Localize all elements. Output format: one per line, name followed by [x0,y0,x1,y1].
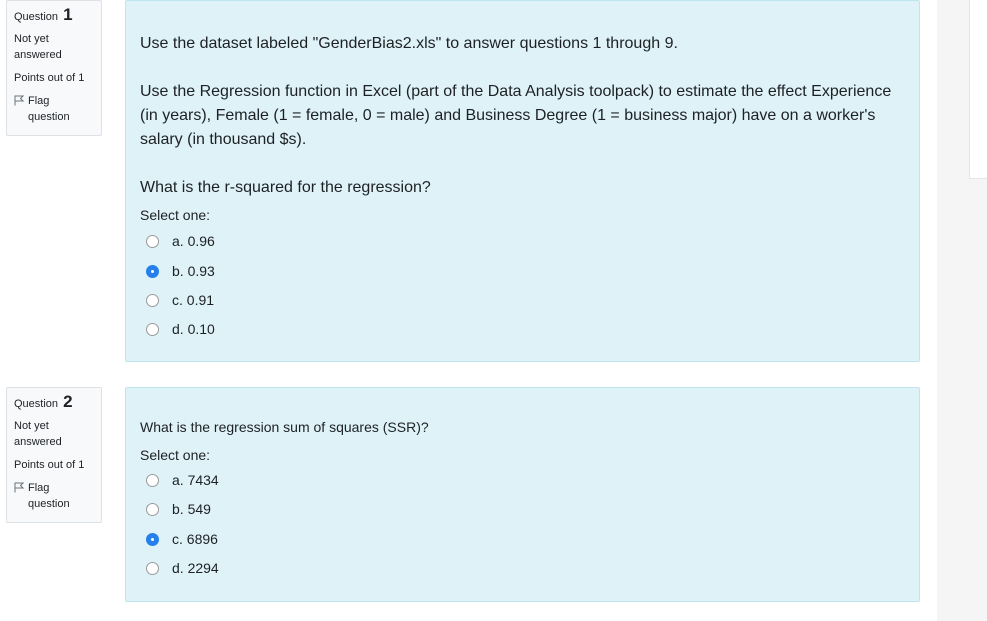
question-1-prompt: What is the r-squared for the regression… [140,179,431,196]
radio-button[interactable] [146,502,159,516]
question-number: 2 [63,392,73,411]
question-1-content: Use the dataset labeled "GenderBias2.xls… [125,0,920,362]
question-1-select-label: Select one: [140,207,211,223]
question-2-content: What is the regression sum of squares (S… [125,387,920,602]
question-1-number: Question 1 [14,5,101,25]
radio-button[interactable] [146,234,159,248]
question-number: 1 [63,5,73,24]
radio-button-checked[interactable] [146,264,159,278]
question-2-grade: Points out of 1 [14,459,85,471]
radio-button[interactable] [146,561,159,575]
question-2-info: Question 2 Not yet answered Points out o… [6,387,102,523]
option-label: d. 0.10 [172,321,215,337]
question-1-flag-button[interactable]: Flag question [14,93,101,125]
option-label: c. 6896 [172,531,218,547]
question-2-state: Not yet answered [14,420,62,448]
question-label: Question [14,11,59,23]
question-1-dataset-note: Use the dataset labeled "GenderBias2.xls… [140,35,678,52]
radio-button-checked[interactable] [146,532,159,546]
question-label: Question [14,398,59,410]
question-1-instructions: Use the Regression function in Excel (pa… [140,83,892,148]
question-1-option-b[interactable]: b. 0.93 [146,261,215,281]
question-2-prompt: What is the regression sum of squares (S… [140,419,429,435]
flag-icon [14,482,24,493]
right-sidebar-panel [969,0,987,179]
radio-button[interactable] [146,293,159,307]
option-label: a. 7434 [172,472,219,488]
question-2-number: Question 2 [14,392,101,412]
radio-button[interactable] [146,473,159,487]
question-2-option-c[interactable]: c. 6896 [146,529,218,549]
question-1-option-a[interactable]: a. 0.96 [146,231,215,251]
flag-icon [14,95,24,106]
option-label: b. 549 [172,501,211,517]
question-2-select-label: Select one: [140,447,211,463]
option-label: a. 0.96 [172,233,215,249]
question-1-option-c[interactable]: c. 0.91 [146,290,214,310]
question-1-option-d[interactable]: d. 0.10 [146,319,215,339]
flag-label: Flag question [28,482,70,510]
option-label: b. 0.93 [172,263,215,279]
option-label: d. 2294 [172,560,219,576]
question-1-grade: Points out of 1 [14,72,85,84]
question-2-option-d[interactable]: d. 2294 [146,558,219,578]
option-label: c. 0.91 [172,292,215,308]
radio-button[interactable] [146,322,159,336]
question-1-state: Not yet answered [14,33,62,61]
flag-label: Flag question [28,95,70,123]
question-2-flag-button[interactable]: Flag question [14,480,101,512]
question-2-option-a[interactable]: a. 7434 [146,470,219,490]
question-1-info: Question 1 Not yet answered Points out o… [6,0,102,136]
question-2-option-b[interactable]: b. 549 [146,499,211,519]
